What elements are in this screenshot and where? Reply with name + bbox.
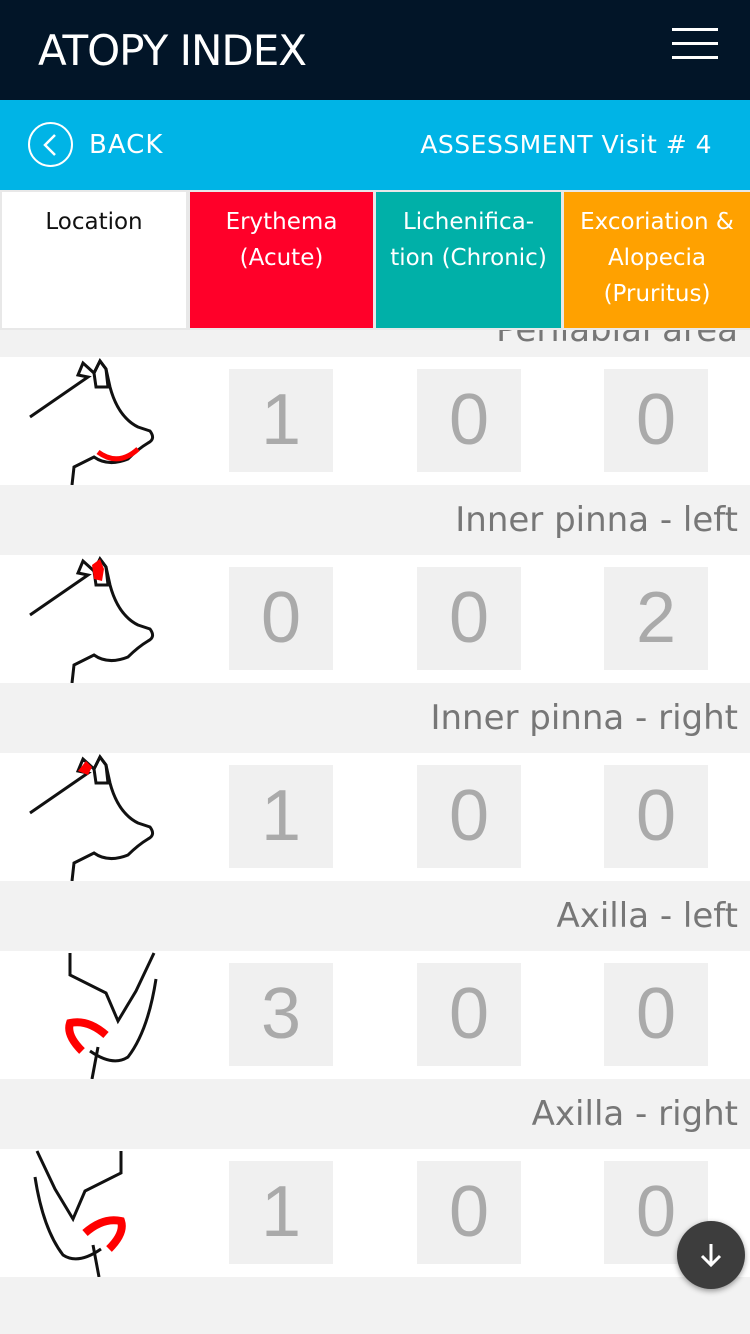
chevron-left-icon xyxy=(28,122,73,167)
score-erythema[interactable]: 1 xyxy=(229,765,333,868)
location-label: Inner pinna - left xyxy=(0,485,750,555)
table-row: 100 xyxy=(0,357,750,486)
score-erythema[interactable]: 1 xyxy=(229,1161,333,1264)
table-row: 300 xyxy=(0,951,750,1080)
score-lichenification[interactable]: 0 xyxy=(417,765,521,868)
dog-head-ear-right-image xyxy=(28,753,163,882)
nav-bar: BACK ASSESSMENT Visit # 4 xyxy=(0,100,750,190)
table-row: 002 xyxy=(0,555,750,684)
app-header: ATOPY INDEX xyxy=(0,0,750,100)
dog-head-lip-image xyxy=(28,357,163,486)
score-excoriation[interactable]: 0 xyxy=(604,369,708,472)
hamburger-icon[interactable] xyxy=(672,28,718,60)
score-lichenification[interactable]: 0 xyxy=(417,963,521,1066)
dog-head-ear-left-image xyxy=(28,555,163,684)
dog-leg-axilla-right-image xyxy=(28,1149,163,1278)
column-lichenification: Lichenifica- tion (Chronic) xyxy=(376,192,561,328)
location-label: Perilabial area xyxy=(0,330,750,357)
dog-leg-axilla-left-image xyxy=(28,951,163,1080)
column-erythema: Erythema (Acute) xyxy=(190,192,373,328)
column-headers: Location Erythema (Acute) Lichenifica- t… xyxy=(0,190,750,330)
score-lichenification[interactable]: 0 xyxy=(417,369,521,472)
app-title: ATOPY INDEX xyxy=(38,26,307,75)
location-label: Axilla - left xyxy=(0,881,750,951)
arrow-down-icon xyxy=(700,1244,722,1268)
scroll-down-button[interactable] xyxy=(677,1221,745,1289)
score-erythema[interactable]: 1 xyxy=(229,369,333,472)
score-excoriation[interactable]: 2 xyxy=(604,567,708,670)
score-erythema[interactable]: 3 xyxy=(229,963,333,1066)
table-row: 100 xyxy=(0,753,750,882)
column-excoriation: Excoriation & Alopecia (Pruritus) xyxy=(564,192,750,328)
score-excoriation[interactable]: 0 xyxy=(604,765,708,868)
score-excoriation[interactable]: 0 xyxy=(604,963,708,1066)
table-row: 100 xyxy=(0,1149,750,1278)
column-location: Location xyxy=(2,192,186,328)
back-button[interactable]: BACK xyxy=(28,122,163,167)
location-label: Inner pinna - right xyxy=(0,683,750,753)
back-label: BACK xyxy=(89,129,164,160)
location-label: Axilla - right xyxy=(0,1079,750,1149)
score-lichenification[interactable]: 0 xyxy=(417,567,521,670)
score-lichenification[interactable]: 0 xyxy=(417,1161,521,1264)
score-erythema[interactable]: 0 xyxy=(229,567,333,670)
assessment-title: ASSESSMENT Visit # 4 xyxy=(420,130,712,159)
